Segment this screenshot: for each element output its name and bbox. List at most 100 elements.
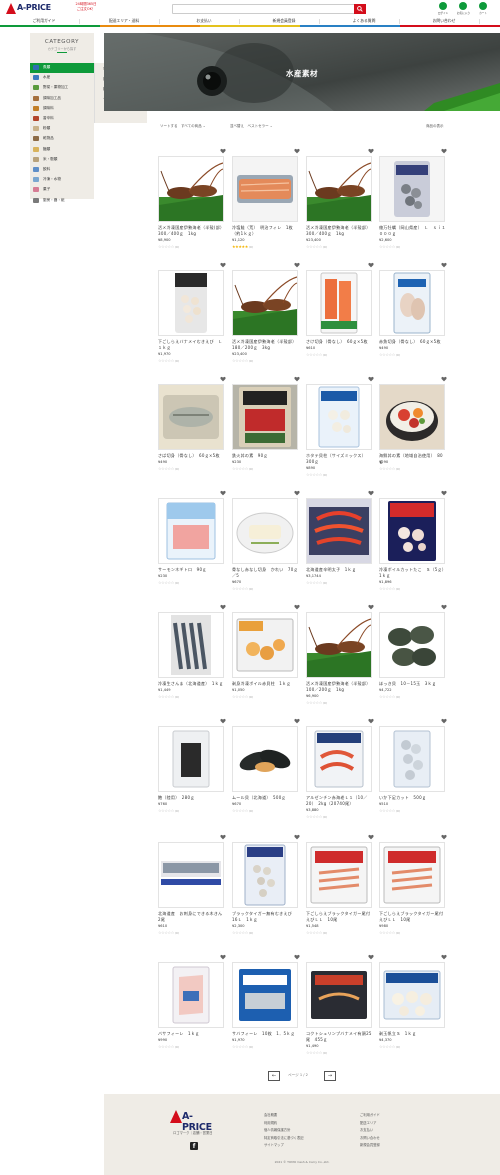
favorite-heart-icon[interactable] bbox=[368, 834, 374, 840]
sidebar-item[interactable]: 粉類 bbox=[30, 124, 94, 134]
favorite-heart-icon[interactable] bbox=[368, 954, 374, 960]
product-name[interactable]: 鉄火丼の素 90ｇ bbox=[232, 453, 300, 459]
favorite-heart-icon[interactable] bbox=[220, 376, 226, 382]
product-image[interactable] bbox=[306, 498, 372, 564]
filter-dropdown[interactable]: ソートする すべての商品 ⌄ bbox=[160, 124, 206, 130]
sidebar-item[interactable]: 調味料 bbox=[30, 104, 94, 114]
footer-link[interactable]: 特定商取引法に基づく表記 bbox=[264, 1135, 304, 1140]
next-page-button[interactable]: → bbox=[324, 1071, 336, 1081]
product-image[interactable] bbox=[379, 498, 445, 564]
nav-item-payment[interactable]: お支払い bbox=[168, 18, 240, 24]
facebook-icon[interactable]: f bbox=[190, 1142, 198, 1150]
favorite-heart-icon[interactable] bbox=[294, 834, 300, 840]
favorite-heart-icon[interactable] bbox=[220, 954, 226, 960]
product-name[interactable]: 活メ冷凍国産伊勢海老（半殻(部）300／400ｇ 1kg bbox=[158, 225, 226, 237]
product-name[interactable]: いか下足カット 500ｇ bbox=[379, 795, 447, 801]
nav-item-shipping[interactable]: 配送エリア・送料 bbox=[88, 18, 160, 24]
product-name[interactable]: バサフィーレ 1ｋｇ bbox=[158, 1031, 226, 1037]
footer-link[interactable]: サイトマップ bbox=[264, 1142, 284, 1147]
favorite-heart-icon[interactable] bbox=[441, 262, 447, 268]
footer-link[interactable]: 配送エリア bbox=[360, 1120, 376, 1125]
product-name[interactable]: 冷塩鮭（荒） 明治フィレ 1枚（約1ｋｇ） bbox=[232, 225, 300, 237]
footer-link[interactable]: 個人情報保護方針 bbox=[264, 1127, 290, 1132]
product-image[interactable] bbox=[306, 842, 372, 908]
product-name[interactable]: 下ごしらえブラックタイガー尾付えびＬＬ 10尾 bbox=[306, 911, 374, 923]
product-name[interactable]: 海鮮丼の素（地域自治使用） 80ｇ bbox=[379, 453, 447, 465]
favorite-heart-icon[interactable] bbox=[441, 834, 447, 840]
footer-link[interactable]: お支払い bbox=[360, 1127, 373, 1132]
product-image[interactable] bbox=[379, 842, 445, 908]
product-name[interactable]: 億万牡蠣（岡山県産） Ｌ ｓｉ１０００ｇ bbox=[379, 225, 447, 237]
favorite-heart-icon[interactable] bbox=[220, 718, 226, 724]
product-name[interactable]: 剥玉帆立Ｓ 1ｋｇ bbox=[379, 1031, 447, 1037]
sidebar-item[interactable]: 厨房・器・紙 bbox=[30, 196, 94, 206]
sidebar-item[interactable]: 冷凍・水物 bbox=[30, 175, 94, 185]
favorite-heart-icon[interactable] bbox=[294, 262, 300, 268]
product-image[interactable] bbox=[232, 842, 298, 908]
product-name[interactable]: 冷凍生さんま（北海道産） 1ｋｇ bbox=[158, 681, 226, 687]
favorite-heart-icon[interactable] bbox=[441, 490, 447, 496]
favorite-heart-icon[interactable] bbox=[294, 604, 300, 610]
sidebar-item[interactable]: 水産 bbox=[30, 73, 94, 83]
product-image[interactable] bbox=[232, 962, 298, 1028]
footer-link[interactable]: 会社概要 bbox=[264, 1112, 277, 1117]
product-name[interactable]: サバフィーレ 10枚 1．5ｋｇ bbox=[232, 1031, 300, 1037]
favorite-heart-icon[interactable] bbox=[220, 834, 226, 840]
product-name[interactable]: 赤魚切身（骨なし） 60ｇ×5枚 bbox=[379, 339, 447, 345]
footer-link[interactable]: ご利用ガイド bbox=[360, 1112, 380, 1117]
site-logo[interactable]: A-PRICE bbox=[6, 2, 54, 15]
product-image[interactable] bbox=[232, 156, 298, 222]
product-name[interactable]: 北海道産 お刺身にできる木きん 2尾 bbox=[158, 911, 226, 923]
favorite-heart-icon[interactable] bbox=[441, 718, 447, 724]
product-name[interactable]: 下ごしらえバナメイむきえび Ｌ １ｋｇ bbox=[158, 339, 227, 351]
product-name[interactable]: 活メ冷凍国産伊勢海老（半殻部）100／200ｇ 1kg bbox=[306, 681, 374, 693]
product-image[interactable] bbox=[306, 726, 372, 792]
favorite-heart-icon[interactable] bbox=[294, 376, 300, 382]
product-image[interactable] bbox=[379, 726, 445, 792]
product-image[interactable] bbox=[158, 962, 224, 1028]
favorite-heart-icon[interactable] bbox=[220, 604, 226, 610]
product-name[interactable]: コクトシュリンプバナメイ有頭25尾 455ｇ bbox=[306, 1031, 374, 1043]
sidebar-item[interactable]: 飲料 bbox=[30, 165, 94, 175]
product-image[interactable] bbox=[306, 384, 372, 450]
favorite-heart-icon[interactable] bbox=[441, 604, 447, 610]
product-image[interactable] bbox=[379, 612, 445, 678]
product-name[interactable]: 北海道産辛明太子 1ｋｇ bbox=[306, 567, 374, 573]
favorite-heart-icon[interactable] bbox=[294, 148, 300, 154]
sort-dropdown[interactable]: 並べ替え ベストセラー ⌄ bbox=[230, 124, 273, 130]
sidebar-item[interactable]: 乾物品 bbox=[30, 134, 94, 144]
nav-item-guide[interactable]: ご利用ガイド bbox=[8, 18, 80, 24]
product-name[interactable]: サーモンネギトロ 90ｇ bbox=[158, 567, 226, 573]
product-image[interactable] bbox=[306, 962, 372, 1028]
favorite-heart-icon[interactable] bbox=[294, 718, 300, 724]
product-image[interactable] bbox=[306, 156, 372, 222]
favorite-heart-icon[interactable] bbox=[220, 148, 226, 154]
favorite-heart-icon[interactable] bbox=[441, 148, 447, 154]
product-image[interactable] bbox=[158, 384, 224, 450]
sidebar-item[interactable]: 麺類 bbox=[30, 145, 94, 155]
product-image[interactable] bbox=[379, 270, 445, 336]
footer-link[interactable]: 利用規約 bbox=[264, 1120, 277, 1125]
nav-item-contact[interactable]: お問い合わせ bbox=[408, 18, 480, 24]
search-button[interactable] bbox=[354, 4, 366, 14]
sidebar-item[interactable]: 調味加工品 bbox=[30, 94, 94, 104]
sidebar-item[interactable]: 菓子 bbox=[30, 185, 94, 195]
favorite-heart-icon[interactable] bbox=[220, 262, 226, 268]
footer-link[interactable]: お問い合わせ bbox=[360, 1135, 380, 1140]
product-image[interactable] bbox=[379, 156, 445, 222]
product-name[interactable]: 冷凍ボイルカットたこ Ｓ（5ｇ） 1ｋｇ bbox=[379, 567, 448, 579]
prev-page-button[interactable]: ← bbox=[268, 1071, 280, 1081]
product-name[interactable]: 剥身冷凍ボイル赤貝柱 1ｋｇ bbox=[232, 681, 300, 687]
product-name[interactable]: ほっき貝 10－15玉 3ｋｇ bbox=[379, 681, 447, 687]
nav-item-faq[interactable]: よくある質問 bbox=[328, 18, 400, 24]
product-name[interactable]: ムール貝（北海道） 500ｇ bbox=[232, 795, 300, 801]
product-image[interactable] bbox=[232, 384, 298, 450]
favorite-heart-icon[interactable] bbox=[441, 954, 447, 960]
product-name[interactable]: 活メ冷凍国産伊勢海老（半殻部）180／200ｇ 3kg bbox=[232, 339, 300, 351]
sidebar-item[interactable]: 香辛料 bbox=[30, 114, 94, 124]
favorite-heart-icon[interactable] bbox=[368, 718, 374, 724]
product-image[interactable] bbox=[306, 270, 372, 336]
nav-item-register[interactable]: 新規会員登録 bbox=[248, 18, 320, 24]
product-image[interactable] bbox=[158, 842, 224, 908]
login-link[interactable]: ログイン bbox=[437, 2, 449, 15]
